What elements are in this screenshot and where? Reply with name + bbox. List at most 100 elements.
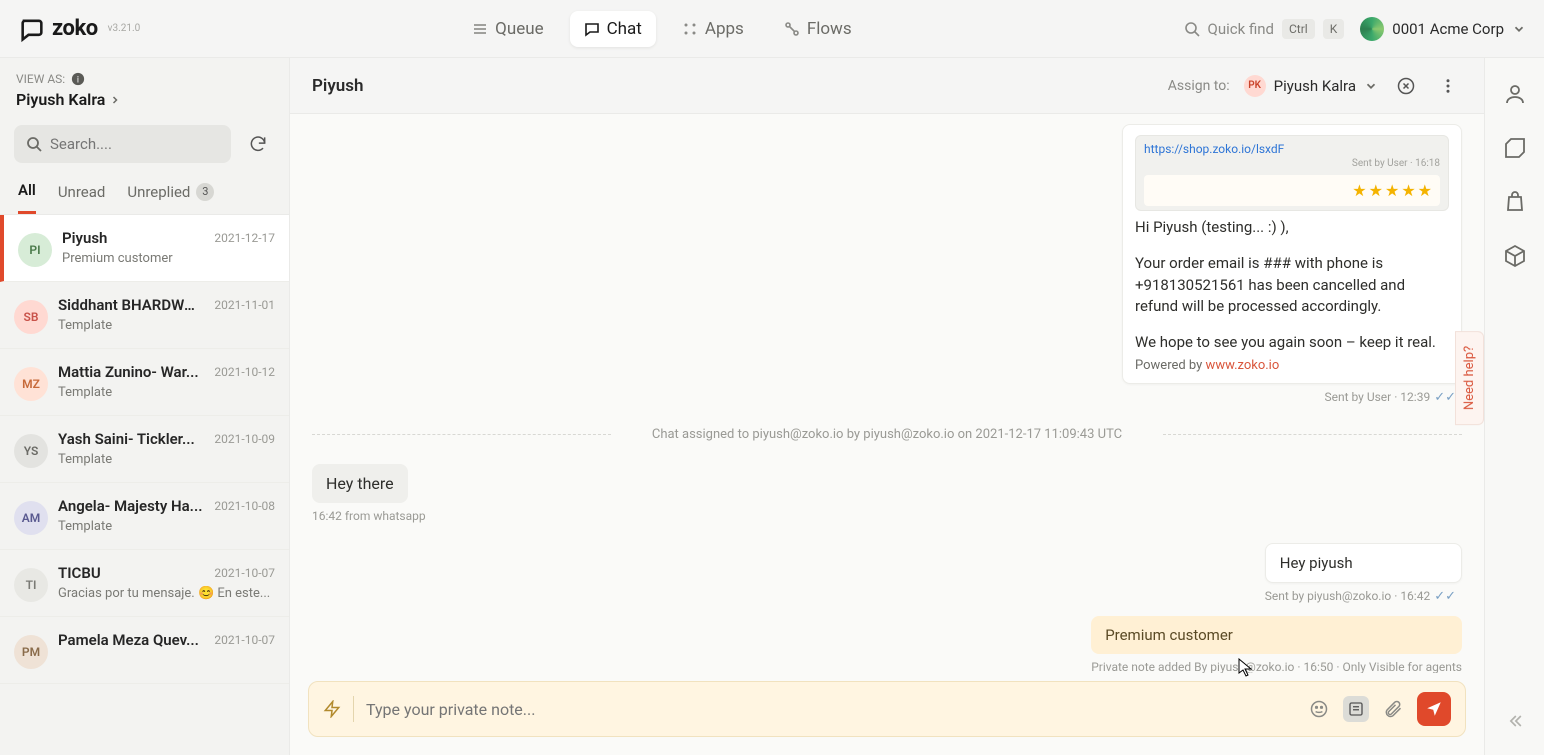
tab-unreplied[interactable]: Unreplied 3 bbox=[127, 181, 214, 214]
conv-name: Angela- Majesty Ha... bbox=[58, 497, 202, 515]
powered-link[interactable]: www.zoko.io bbox=[1206, 358, 1280, 373]
tab-unread[interactable]: Unread bbox=[58, 181, 106, 214]
conversation-item[interactable]: MZ Mattia Zunino- War... 2021-10-12 Templat… bbox=[0, 349, 289, 416]
view-as-value[interactable]: Piyush Kalra bbox=[16, 90, 273, 109]
tab-unread-label: Unread bbox=[58, 183, 106, 201]
nav-queue[interactable]: Queue bbox=[458, 11, 557, 47]
need-help-tab[interactable]: Need help? bbox=[1455, 330, 1484, 424]
conv-name: Mattia Zunino- War... bbox=[58, 363, 199, 381]
org-switcher[interactable]: 0001 Acme Corp bbox=[1360, 17, 1526, 41]
collapse-icon[interactable] bbox=[1505, 711, 1525, 731]
search-input[interactable] bbox=[50, 135, 219, 153]
cube-icon[interactable] bbox=[1503, 244, 1527, 268]
conv-body: Yash Saini- Tickler...2021-10-09Template bbox=[58, 430, 275, 467]
org-avatar-icon bbox=[1360, 17, 1384, 41]
main: VIEW AS: i Piyush Kalra bbox=[0, 58, 1544, 755]
conv-top: Mattia Zunino- War... 2021-10-12 bbox=[58, 363, 275, 381]
sidebar: VIEW AS: i Piyush Kalra bbox=[0, 58, 290, 755]
nav-flows[interactable]: Flows bbox=[770, 11, 866, 47]
avatar: MZ bbox=[14, 367, 48, 401]
conv-name: Pamela Meza Quev... bbox=[58, 631, 199, 649]
powered-label: Powered by bbox=[1135, 358, 1206, 373]
message-meta: Sent by User · 12:39 ✓✓ bbox=[1122, 390, 1456, 405]
sidebar-tabs: All Unread Unreplied 3 bbox=[0, 173, 289, 215]
composer-input[interactable] bbox=[366, 700, 1297, 719]
message-outgoing: Hey piyush Sent by piyush@zoko.io · 16:4… bbox=[1265, 543, 1462, 604]
chat-title: Piyush bbox=[312, 76, 363, 96]
conv-preview: Template bbox=[58, 385, 275, 400]
avatar: TI bbox=[14, 568, 48, 602]
conversation-item[interactable]: PMPamela Meza Quev...2021-10-07 bbox=[0, 617, 289, 684]
outgoing-meta-text: Sent by piyush@zoko.io · 16:42 bbox=[1265, 589, 1430, 603]
link-url: https://shop.zoko.io/lsxdF bbox=[1144, 142, 1440, 156]
conv-body: Piyush2021-12-17Premium customer bbox=[62, 229, 275, 266]
conversation-item[interactable]: AM Angela- Majesty Ha...2021-10-08Templat… bbox=[0, 483, 289, 550]
avatar: SB bbox=[14, 300, 48, 334]
profile-icon[interactable] bbox=[1503, 82, 1527, 106]
conv-preview: Premium customer bbox=[62, 251, 275, 266]
view-as-name: Piyush Kalra bbox=[16, 90, 105, 109]
message-incoming: Hey there 16:42 from whatsapp bbox=[312, 464, 426, 523]
link-preview[interactable]: https://shop.zoko.io/lsxdF Sent by User … bbox=[1135, 135, 1449, 211]
composer-divider bbox=[353, 696, 354, 722]
assignee-name: Piyush Kalra bbox=[1274, 77, 1356, 95]
conversation-item[interactable]: TITICBU2021-10-07Gracias por tu mensaje.… bbox=[0, 550, 289, 617]
nav-flows-label: Flows bbox=[807, 19, 852, 39]
nav-chat[interactable]: Chat bbox=[570, 11, 656, 47]
tab-all[interactable]: All bbox=[18, 181, 36, 214]
info-icon[interactable]: i bbox=[71, 72, 85, 86]
nav-apps[interactable]: Apps bbox=[668, 11, 758, 47]
attachment-icon[interactable] bbox=[1383, 699, 1403, 719]
private-note-message: Premium customer Private note added By p… bbox=[1091, 616, 1462, 673]
apps-icon bbox=[682, 21, 698, 37]
note-mode-icon[interactable] bbox=[1343, 696, 1369, 722]
chat-messages[interactable]: https://shop.zoko.io/lsxdF Sent by User … bbox=[290, 114, 1484, 673]
kbd-k: K bbox=[1323, 19, 1345, 39]
send-button[interactable] bbox=[1417, 692, 1451, 726]
conversation-item[interactable]: PIPiyush2021-12-17Premium customer bbox=[0, 215, 289, 282]
system-message: Chat assigned to piyush@zoko.io by piyus… bbox=[312, 427, 1462, 442]
conversation-item[interactable]: SB Siddhant BHARDWA...2021-11-01 Template bbox=[0, 282, 289, 349]
conv-preview: Template bbox=[58, 318, 275, 333]
conv-body: Mattia Zunino- War... 2021-10-12 Template bbox=[58, 363, 275, 400]
bag-icon[interactable] bbox=[1503, 190, 1527, 214]
logo-block: zoko v3.21.0 bbox=[18, 15, 140, 43]
logo-text: zoko bbox=[52, 16, 98, 41]
conversation-item[interactable]: YSYash Saini- Tickler...2021-10-09Templa… bbox=[0, 416, 289, 483]
queue-icon bbox=[472, 21, 488, 37]
quick-find[interactable]: Quick find Ctrl K bbox=[1184, 19, 1345, 39]
tag-icon[interactable] bbox=[1503, 136, 1527, 160]
conv-date: 2021-10-12 bbox=[214, 365, 275, 379]
search-icon bbox=[1184, 21, 1200, 37]
refresh-button[interactable] bbox=[241, 127, 275, 161]
emoji-icon[interactable] bbox=[1309, 699, 1329, 719]
search-container[interactable] bbox=[14, 125, 231, 163]
powered-by: Powered by www.zoko.io bbox=[1135, 358, 1449, 373]
conv-body: Angela- Majesty Ha...2021-10-08Template bbox=[58, 497, 275, 534]
read-ticks-icon: ✓✓ bbox=[1434, 390, 1456, 405]
read-ticks-icon: ✓✓ bbox=[1434, 589, 1456, 604]
conv-top: Siddhant BHARDWA...2021-11-01 bbox=[58, 296, 275, 314]
avatar: AM bbox=[14, 501, 48, 535]
message-card: https://shop.zoko.io/lsxdF Sent by User … bbox=[1122, 124, 1462, 384]
flows-icon bbox=[784, 21, 800, 37]
incoming-meta: 16:42 from whatsapp bbox=[312, 509, 426, 523]
more-menu-button[interactable] bbox=[1434, 72, 1462, 100]
conv-top: TICBU2021-10-07 bbox=[58, 564, 275, 582]
close-chat-button[interactable] bbox=[1392, 72, 1420, 100]
org-name: 0001 Acme Corp bbox=[1392, 20, 1504, 38]
chevron-down-icon bbox=[1512, 22, 1526, 36]
conv-preview: Template bbox=[58, 519, 275, 534]
tab-unreplied-label: Unreplied bbox=[127, 183, 190, 201]
nav-apps-label: Apps bbox=[705, 19, 744, 39]
app-version: v3.21.0 bbox=[108, 23, 141, 34]
assign-picker[interactable]: PK Piyush Kalra bbox=[1244, 75, 1378, 97]
outgoing-bubble: Hey piyush bbox=[1265, 543, 1462, 583]
view-as-label: VIEW AS: i bbox=[16, 72, 273, 86]
conversation-list[interactable]: PIPiyush2021-12-17Premium customer SB Sidd… bbox=[0, 215, 289, 755]
conv-top: Yash Saini- Tickler...2021-10-09 bbox=[58, 430, 275, 448]
chat-header-right: Assign to: PK Piyush Kalra bbox=[1168, 72, 1462, 100]
assignee-avatar: PK bbox=[1244, 75, 1266, 97]
conv-date: 2021-10-07 bbox=[214, 633, 275, 647]
lightning-icon[interactable] bbox=[323, 700, 341, 718]
